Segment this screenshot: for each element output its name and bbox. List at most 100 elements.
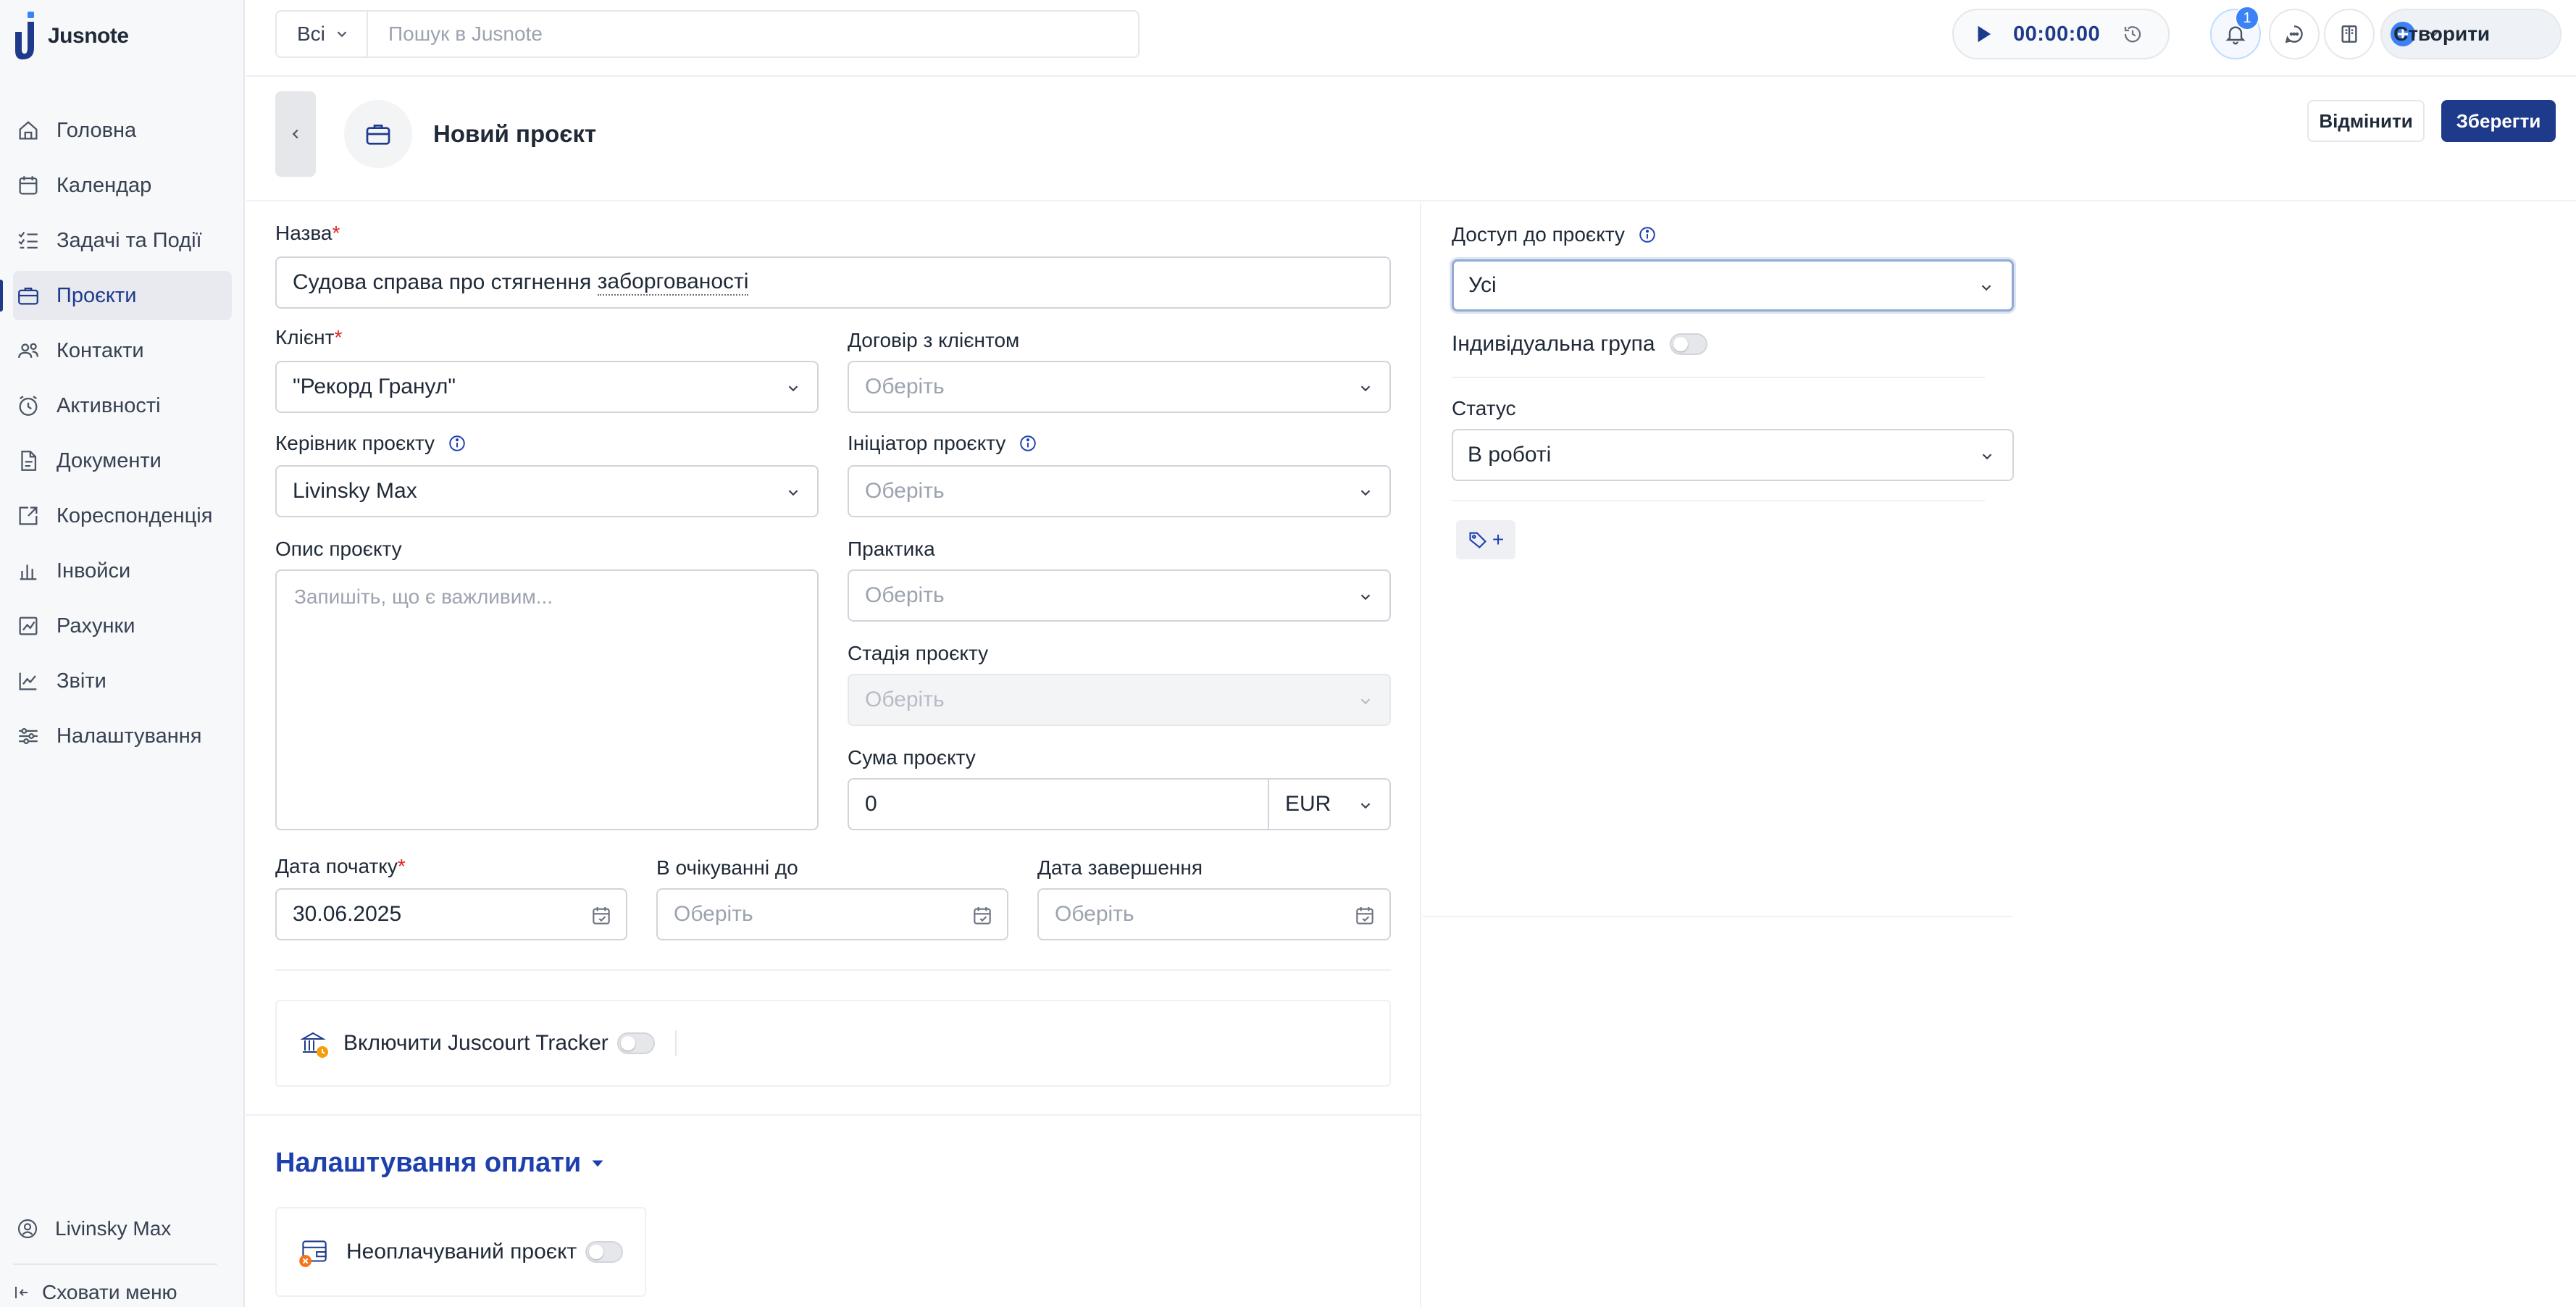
invoice-icon bbox=[20, 564, 37, 580]
hide-menu-button[interactable]: Сховати меню bbox=[13, 1278, 217, 1307]
end-date-input[interactable]: Оберіть bbox=[1037, 888, 1391, 940]
name-input[interactable]: Судова справа про стягнення заборгованос… bbox=[275, 256, 1391, 309]
chevron-down-icon bbox=[1981, 285, 1991, 291]
payment-settings-toggle[interactable]: Налаштування оплати bbox=[275, 1148, 607, 1179]
sidebar-user-name: Livinsky Max bbox=[55, 1217, 172, 1240]
info-icon[interactable] bbox=[448, 434, 467, 453]
calendar-icon[interactable] bbox=[971, 904, 994, 927]
access-label-text: Доступ до проєкту bbox=[1452, 223, 1625, 246]
sidebar-item-invoices[interactable]: Інвойси bbox=[13, 546, 232, 596]
sidebar-item-label: Календар bbox=[57, 173, 152, 197]
calendar-icon[interactable] bbox=[1353, 904, 1376, 927]
tracker-label: Включити Juscourt Tracker bbox=[343, 1031, 609, 1055]
currency-select[interactable]: EUR bbox=[1268, 778, 1391, 830]
sidebar-item-tasks[interactable]: Задачі та Події bbox=[13, 216, 232, 265]
amount-input[interactable]: 0 bbox=[848, 778, 1269, 830]
tracker-toggle[interactable] bbox=[616, 1032, 655, 1054]
juscourt-tracker-card: Включити Juscourt Tracker bbox=[275, 1000, 1391, 1087]
sidebar: Jusnote Головна Календар Задачі та Події… bbox=[0, 0, 245, 1307]
tag-icon bbox=[1469, 532, 1486, 548]
sidebar-bottom: Livinsky Max Сховати меню bbox=[13, 1207, 217, 1307]
add-tag-button[interactable]: + bbox=[1456, 520, 1515, 559]
sidebar-item-home[interactable]: Головна bbox=[13, 106, 232, 155]
individual-group-label: Індивідуальна група bbox=[1452, 332, 1655, 356]
individual-group-toggle[interactable] bbox=[1669, 333, 1707, 355]
description-textarea[interactable]: Запишіть, що є важливим... bbox=[275, 569, 819, 830]
back-button[interactable] bbox=[275, 91, 316, 177]
contacts-icon bbox=[18, 343, 38, 358]
pending-until-placeholder: Оберіть bbox=[674, 902, 753, 926]
play-icon[interactable] bbox=[1973, 23, 1994, 45]
initiator-select[interactable]: Оберіть bbox=[848, 465, 1391, 517]
client-label-text: Клієнт bbox=[275, 326, 335, 348]
wallet-icon bbox=[299, 1240, 327, 1267]
sidebar-item-activities[interactable]: Активності bbox=[13, 381, 232, 430]
project-sidebar-form: Доступ до проєкту Усі Індивідуальна груп… bbox=[1423, 203, 2014, 917]
section-divider bbox=[246, 1114, 1421, 1116]
cancel-button[interactable]: Відмінити bbox=[2307, 100, 2425, 142]
contract-select[interactable]: Оберіть bbox=[848, 361, 1391, 413]
manager-select[interactable]: Livinsky Max bbox=[275, 465, 819, 517]
chevron-down-icon bbox=[1360, 594, 1371, 601]
mail-icon bbox=[19, 506, 38, 525]
search-scope-dropdown[interactable]: Всі bbox=[277, 12, 368, 57]
client-value: "Рекорд Гранул" bbox=[293, 375, 456, 398]
logo-text: Jusnote bbox=[48, 24, 129, 48]
project-form: Назва* Судова справа про стягнення забор… bbox=[246, 203, 1421, 1307]
sidebar-item-bills[interactable]: Рахунки bbox=[13, 601, 232, 651]
chevron-left-icon bbox=[292, 129, 298, 139]
topbar: Всі 00:00:00 1 + Створити bbox=[246, 0, 2576, 77]
unpaid-project-toggle[interactable] bbox=[585, 1241, 624, 1263]
sidebar-item-label: Задачі та Події bbox=[57, 228, 202, 252]
history-icon[interactable] bbox=[2122, 23, 2144, 45]
document-icon bbox=[21, 451, 37, 471]
search-input[interactable] bbox=[388, 22, 1040, 46]
currency-value: EUR bbox=[1285, 792, 1331, 816]
amount-label: Сума проєкту bbox=[848, 746, 976, 769]
add-tag-label: + bbox=[1492, 528, 1505, 551]
status-select[interactable]: В роботі bbox=[1452, 429, 2014, 481]
sidebar-item-projects[interactable]: Проєкти bbox=[0, 271, 232, 320]
knowledge-base-button[interactable] bbox=[2324, 9, 2375, 59]
chat-button[interactable] bbox=[2269, 9, 2320, 59]
status-label: Статус bbox=[1452, 397, 1516, 419]
start-date-input[interactable]: 30.06.2025 bbox=[275, 888, 627, 940]
chevron-down-icon bbox=[1360, 698, 1371, 705]
access-value: Усі bbox=[1468, 273, 1497, 297]
sidebar-item-label: Активності bbox=[57, 393, 161, 417]
logo[interactable]: Jusnote bbox=[13, 10, 129, 62]
access-select[interactable]: Усі bbox=[1452, 259, 2014, 312]
app-root: Jusnote Головна Календар Задачі та Події… bbox=[0, 0, 2576, 1307]
sidebar-item-settings[interactable]: Налаштування bbox=[13, 711, 232, 761]
save-button[interactable]: Зберегти bbox=[2441, 100, 2556, 142]
timer-value: 00:00:00 bbox=[2013, 22, 2101, 46]
info-icon[interactable] bbox=[1019, 434, 1037, 453]
client-select[interactable]: "Рекорд Гранул" bbox=[275, 361, 819, 413]
tracker-divider bbox=[674, 1030, 677, 1056]
initiator-label-text: Ініціатор проєкту bbox=[848, 432, 1006, 454]
calendar-icon[interactable] bbox=[590, 904, 613, 927]
create-button[interactable]: + Створити bbox=[2380, 9, 2562, 59]
sidebar-nav: Головна Календар Задачі та Події Проєкти… bbox=[0, 106, 245, 767]
sidebar-user[interactable]: Livinsky Max bbox=[13, 1207, 217, 1250]
jusnote-logo-icon bbox=[15, 12, 34, 59]
notifications-button[interactable]: 1 bbox=[2210, 6, 2261, 59]
user-icon bbox=[17, 1219, 38, 1239]
sidebar-item-reports[interactable]: Звіти bbox=[13, 656, 232, 706]
sidebar-item-documents[interactable]: Документи bbox=[13, 436, 232, 485]
book-icon bbox=[2341, 25, 2357, 43]
sidebar-item-correspondence[interactable]: Кореспонденція bbox=[13, 491, 232, 540]
description-placeholder: Запишіть, що є важливим... bbox=[294, 585, 553, 608]
timer-widget: 00:00:00 bbox=[1952, 9, 2170, 59]
info-icon[interactable] bbox=[1638, 225, 1657, 244]
practice-label: Практика bbox=[848, 538, 935, 560]
chevron-down-icon bbox=[1360, 385, 1371, 392]
chevron-down-icon bbox=[788, 385, 798, 392]
pending-until-input[interactable]: Оберіть bbox=[656, 888, 1008, 940]
practice-select[interactable]: Оберіть bbox=[848, 569, 1391, 622]
sidebar-item-contacts[interactable]: Контакти bbox=[13, 326, 232, 375]
sidebar-item-calendar[interactable]: Календар bbox=[13, 161, 232, 210]
home-icon bbox=[19, 121, 38, 140]
project-avatar bbox=[344, 100, 412, 168]
hide-menu-label: Сховати меню bbox=[42, 1281, 177, 1303]
